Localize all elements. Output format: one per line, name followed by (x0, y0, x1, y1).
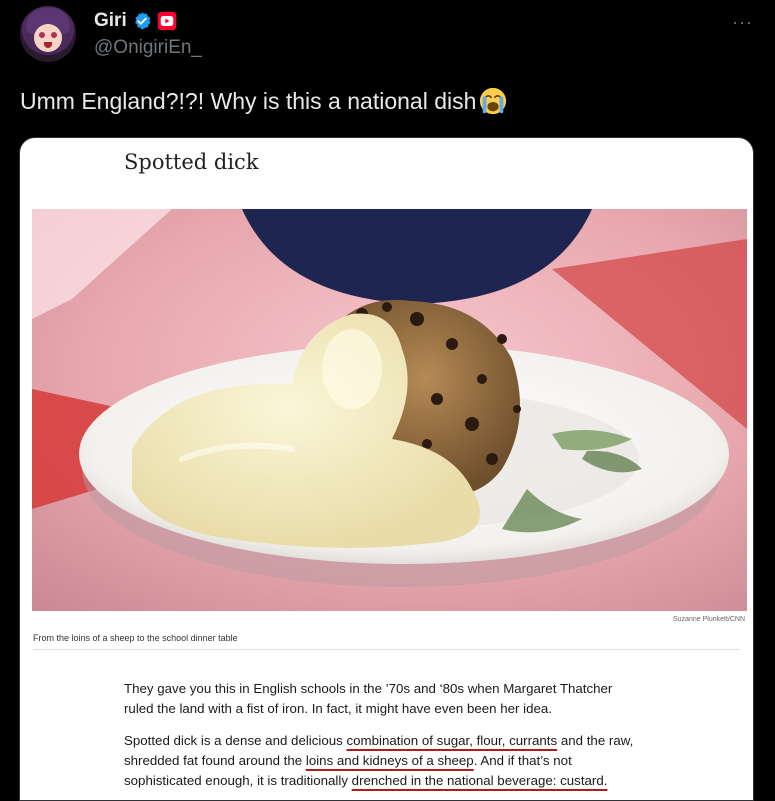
avatar[interactable] (20, 6, 76, 62)
author-name[interactable]: Giri (94, 10, 127, 32)
underlined-phrase: drenched in the national beverage: custa… (351, 773, 608, 788)
tweet-body: Umm England?!?! Why is this a national d… (20, 87, 477, 114)
underlined-phrase: loins and kidneys of a sheep (305, 753, 474, 768)
article-paragraph-2: Spotted dick is a dense and delicious co… (124, 731, 643, 791)
article-card[interactable]: Spotted dick Suzanne Plunkett/CNN From t… (19, 137, 754, 801)
author-handle[interactable]: @OnigiriEn_ (94, 37, 202, 59)
loudly-crying-face-icon (480, 87, 507, 115)
author-name-row: Giri (94, 10, 177, 32)
photo-credit: Suzanne Plunkett/CNN (673, 616, 745, 623)
underlined-phrase: combination of sugar, flour, currants (346, 733, 558, 748)
card-title: Spotted dick (124, 150, 259, 174)
photo-caption: From the loins of a sheep to the school … (33, 633, 238, 643)
youtube-badge-icon (157, 11, 176, 31)
paragraph-2-text: Spotted dick is a dense and delicious (124, 733, 347, 748)
tweet-header: Giri @OnigiriEn_ ··· (20, 6, 755, 66)
more-options-icon[interactable]: ··· (732, 12, 753, 33)
divider (33, 649, 740, 650)
article-paragraph-1: They gave you this in English schools in… (124, 681, 613, 716)
verified-badge-icon (134, 12, 151, 30)
dessert-photo (32, 209, 747, 611)
tweet-text: Umm England?!?! Why is this a national d… (20, 86, 508, 116)
